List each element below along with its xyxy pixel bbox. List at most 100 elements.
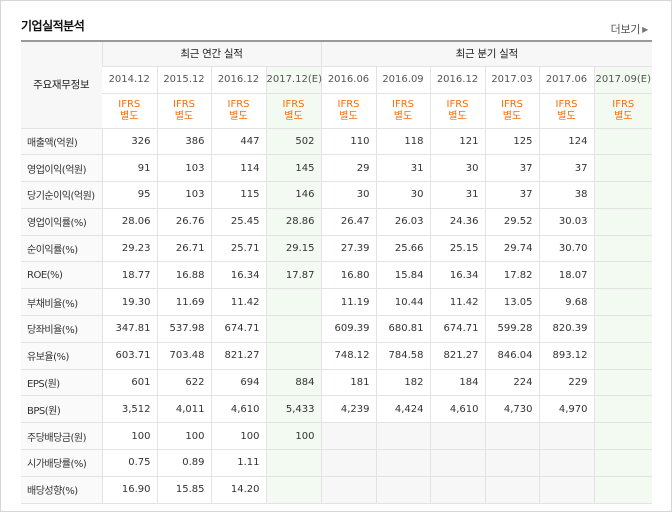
- table-cell: 680.81: [375, 315, 430, 343]
- table-cell: 100: [101, 422, 157, 451]
- table-cell: 91: [101, 154, 157, 183]
- table-cell: 37: [484, 181, 539, 209]
- table-cell: [593, 476, 653, 504]
- table-cell: [429, 476, 485, 504]
- period-header: 2014.12: [102, 66, 157, 94]
- table-cell: [593, 449, 653, 477]
- table-cell: 4,424: [375, 395, 430, 424]
- ifrs-text: IFRS: [282, 98, 305, 110]
- table-cell: 95: [101, 181, 157, 209]
- table-cell: 124: [538, 128, 594, 156]
- ifrs-type-text: 별도: [339, 110, 358, 122]
- table-cell: 115: [210, 181, 266, 209]
- table-cell: 38: [538, 181, 594, 209]
- period-header: 2015.12: [156, 66, 211, 94]
- ifrs-type-text: 별도: [174, 110, 194, 122]
- table-cell: 37: [484, 154, 539, 183]
- table-cell: 4,730: [484, 395, 539, 424]
- table-cell: 18.77: [101, 261, 157, 290]
- ifrs-text: IFRS: [501, 98, 523, 110]
- table-cell: 16.88: [156, 261, 211, 290]
- table-cell: [593, 288, 653, 317]
- table-cell: [538, 476, 594, 504]
- row-label: 당기순이익(억원): [21, 181, 102, 209]
- row-label: 당좌비율(%): [21, 315, 102, 343]
- table-row: 매출액(억원) 326 386 447 502 110 118 121 125 124: [21, 128, 653, 156]
- table-cell: 110: [320, 128, 376, 156]
- group-annual: 최근 연간 실적: [101, 41, 321, 67]
- row-label: 순이익률(%): [21, 235, 102, 263]
- ifrs-label: IFRS 별도: [484, 93, 539, 129]
- table-cell: [484, 476, 539, 504]
- more-link[interactable]: 더보기 ▶: [611, 21, 649, 37]
- row-label: ROE(%): [21, 261, 102, 290]
- table-cell: 100: [265, 422, 321, 451]
- ifrs-type-text: 별도: [502, 110, 522, 122]
- table-cell: 0.89: [156, 449, 211, 477]
- period-header: 2017.06: [538, 66, 594, 94]
- ifrs-label: IFRS 별도: [375, 93, 430, 129]
- table-cell: 4,239: [320, 395, 376, 424]
- table-cell: 26.76: [156, 207, 211, 236]
- table-cell: 16.90: [101, 476, 157, 504]
- table-cell: 599.28: [484, 315, 539, 343]
- table-cell: 17.87: [265, 261, 321, 290]
- ifrs-type-text: 별도: [448, 110, 467, 122]
- table-cell: 31: [429, 181, 485, 209]
- row-label: 유보율(%): [21, 342, 102, 370]
- table-cell: [265, 342, 321, 370]
- table-cell: [593, 128, 653, 156]
- table-cell: [538, 422, 594, 451]
- table-row: 부채비율(%) 19.30 11.69 11.42 11.19 10.44 11.42 13.…: [21, 288, 653, 317]
- table-cell: 502: [265, 128, 321, 156]
- table-cell: [320, 422, 376, 451]
- chevron-right-icon: ▶: [642, 25, 648, 34]
- ifrs-label: IFRS 별도: [156, 93, 211, 129]
- ifrs-type-text: 별도: [393, 110, 413, 122]
- table-cell: 121: [429, 128, 485, 156]
- table-cell: [375, 476, 430, 504]
- table-cell: [484, 422, 539, 451]
- table-cell: 103: [156, 181, 211, 209]
- table-cell: [375, 449, 430, 477]
- table-cell: 29.52: [484, 207, 539, 236]
- table-cell: 31: [375, 154, 430, 183]
- header-row-periods: 2014.12 2015.12 2016.12 2017.12(E) 2016.06 20…: [21, 66, 653, 94]
- table-cell: 229: [538, 368, 594, 397]
- table-cell: 1.11: [210, 449, 266, 477]
- ifrs-type-text: 별도: [614, 110, 633, 122]
- table-cell: 15.85: [156, 476, 211, 504]
- ifrs-label: IFRS 별도: [538, 93, 594, 129]
- row-header-label: 주요재무정보: [21, 41, 102, 129]
- ifrs-type-text: 별도: [120, 110, 139, 122]
- table-cell: 13.05: [484, 288, 539, 317]
- table-cell: [593, 342, 653, 370]
- table-cell: [593, 261, 653, 290]
- table-cell: 146: [265, 181, 321, 209]
- table-cell: 4,610: [210, 395, 266, 424]
- row-label: 부채비율(%): [21, 288, 102, 317]
- table-cell: 25.45: [210, 207, 266, 236]
- table-row: 영업이익(억원) 91 103 114 145 29 31 30 37 37: [21, 154, 653, 183]
- table-cell: [265, 288, 321, 317]
- table-cell: 27.39: [320, 235, 376, 263]
- ifrs-text: IFRS: [173, 98, 195, 110]
- period-header: 2016.12: [429, 66, 485, 94]
- table-cell: [320, 449, 376, 477]
- row-label: 배당성향(%): [21, 476, 102, 504]
- table-cell: 29: [320, 154, 376, 183]
- table-cell: 224: [484, 368, 539, 397]
- table-cell: 821.27: [429, 342, 485, 370]
- table-cell: 26.03: [375, 207, 430, 236]
- table-cell: 30.70: [538, 235, 594, 263]
- table-cell: 4,011: [156, 395, 211, 424]
- ifrs-label: IFRS 별도: [320, 93, 376, 129]
- table-cell: 30.03: [538, 207, 594, 236]
- table-row: 순이익률(%) 29.23 26.71 25.71 29.15 27.39 25.66 25.…: [21, 235, 653, 263]
- table-cell: 16.34: [210, 261, 266, 290]
- table-cell: 100: [156, 422, 211, 451]
- table-cell: [484, 449, 539, 477]
- table-row: 영업이익률(%) 28.06 26.76 25.45 28.86 26.47 26.03 24…: [21, 207, 653, 236]
- row-label: 영업이익률(%): [21, 207, 102, 236]
- ifrs-text: IFRS: [612, 98, 635, 110]
